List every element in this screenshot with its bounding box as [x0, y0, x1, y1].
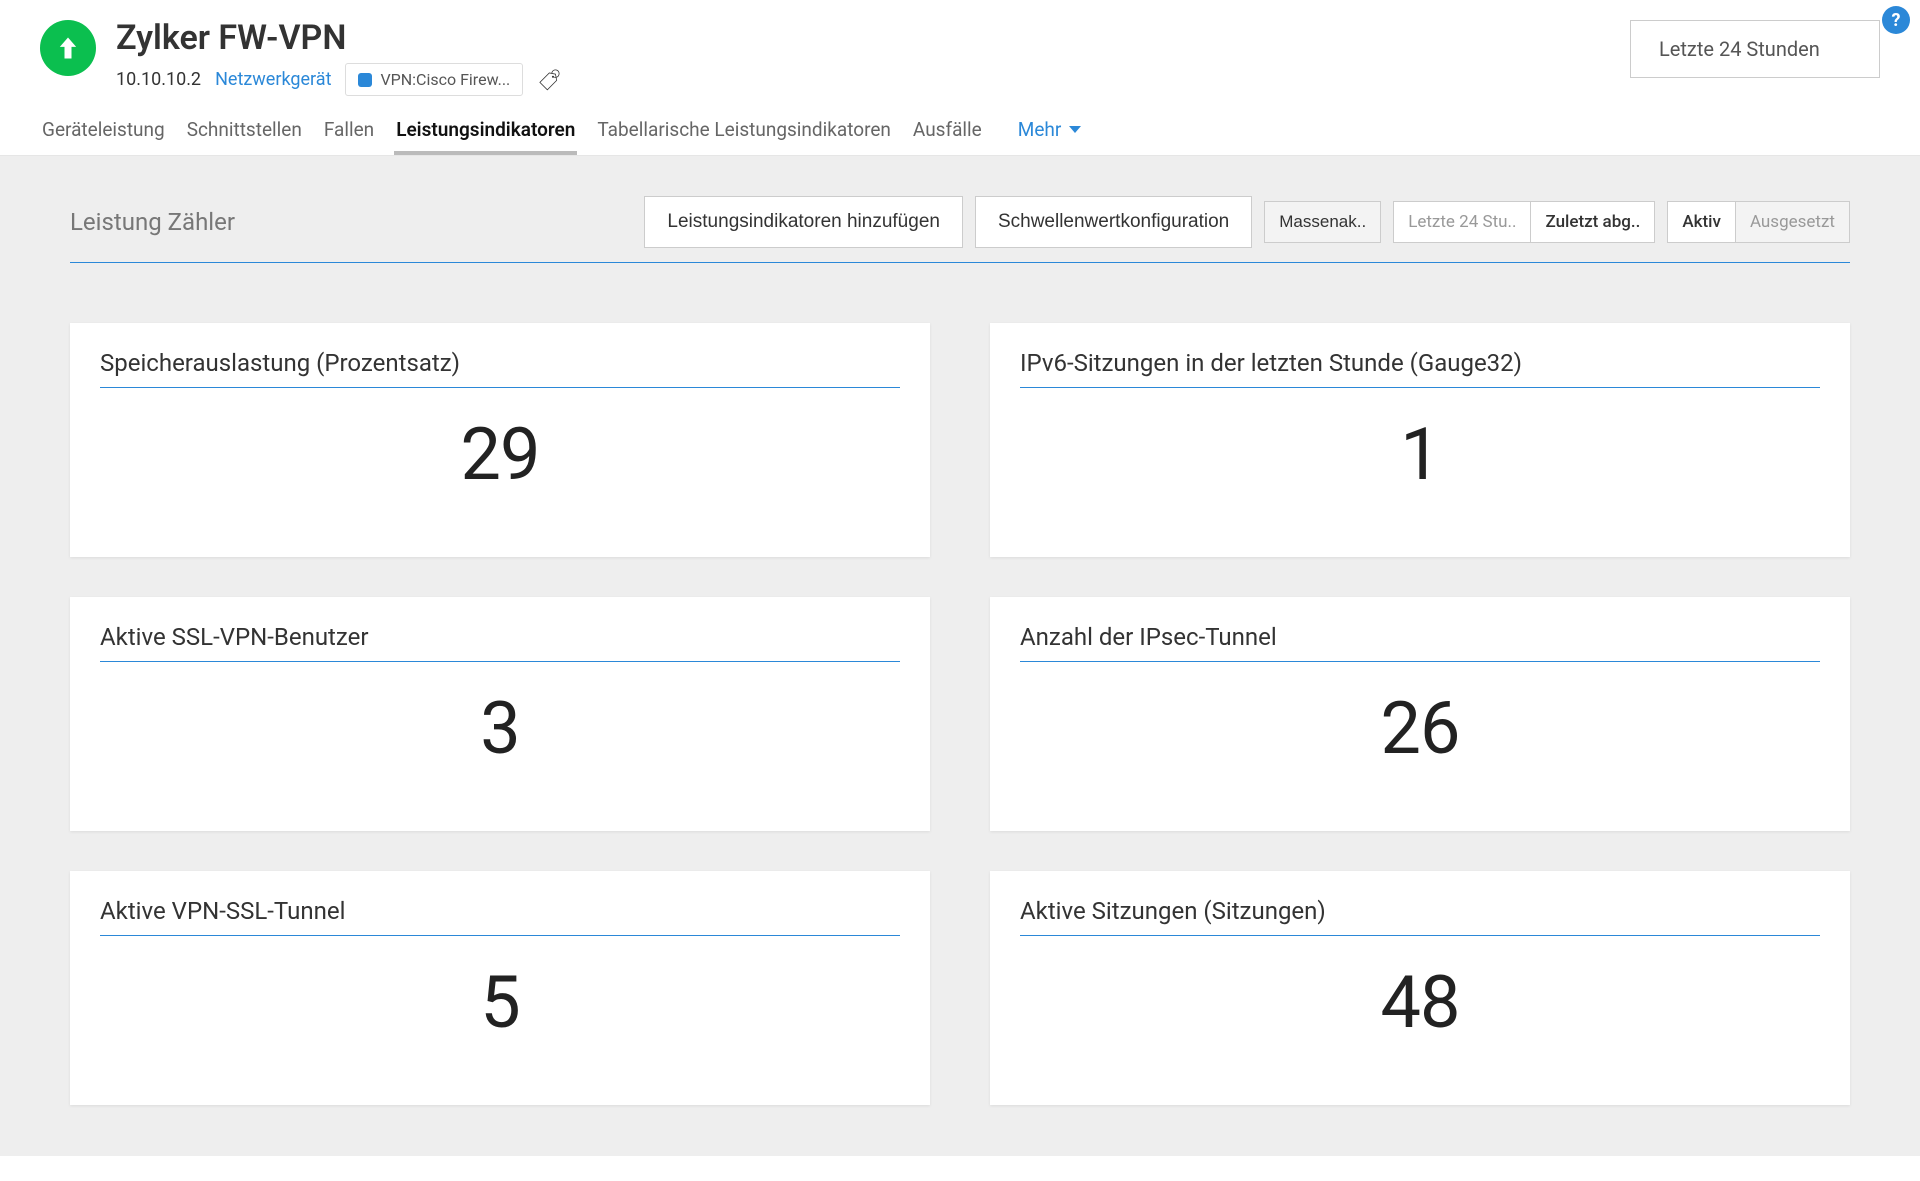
metric-card: Aktive Sitzungen (Sitzungen) 48: [990, 871, 1850, 1105]
page-header: Zylker FW-VPN 10.10.10.2 Netzwerkgerät V…: [0, 0, 1920, 96]
metric-title: Aktive VPN-SSL-Tunnel: [100, 897, 900, 936]
metric-value: 29: [100, 412, 900, 497]
help-icon[interactable]: ?: [1882, 6, 1910, 34]
time-segment-group: Letzte 24 Stu.. Zuletzt abg..: [1393, 201, 1655, 243]
mass-action-button[interactable]: Massenak..: [1264, 201, 1381, 243]
metric-card: IPv6-Sitzungen in der letzten Stunde (Ga…: [990, 323, 1850, 557]
tab-more[interactable]: Mehr: [1016, 118, 1084, 155]
toolbar: Leistung Zähler Leistungsindikatoren hin…: [70, 196, 1850, 248]
metric-title: Speicherauslastung (Prozentsatz): [100, 349, 900, 388]
tag-label: VPN:Cisco Firew...: [380, 70, 510, 89]
tab-more-label: Mehr: [1018, 118, 1062, 141]
status-seg-active[interactable]: Aktiv: [1667, 201, 1736, 243]
toolbar-divider: [70, 262, 1850, 263]
metric-value: 1: [1020, 412, 1820, 497]
metric-title: Aktive SSL-VPN-Benutzer: [100, 623, 900, 662]
tag-color-icon: [358, 73, 372, 87]
time-seg-24h[interactable]: Letzte 24 Stu..: [1394, 202, 1530, 242]
device-type-link[interactable]: Netzwerkgerät: [215, 69, 331, 90]
metric-card: Aktive VPN-SSL-Tunnel 5: [70, 871, 930, 1105]
add-indicator-button[interactable]: Leistungsindikatoren hinzufügen: [644, 196, 963, 248]
metrics-grid: Speicherauslastung (Prozentsatz) 29 IPv6…: [70, 323, 1850, 1105]
title-block: Zylker FW-VPN 10.10.10.2 Netzwerkgerät V…: [116, 20, 1630, 96]
metric-value: 5: [100, 960, 900, 1045]
metric-value: 26: [1020, 686, 1820, 771]
status-segment-group: Aktiv Ausgesetzt: [1667, 201, 1850, 243]
metric-card: Anzahl der IPsec-Tunnel 26: [990, 597, 1850, 831]
tab-geraeteleistung[interactable]: Geräteleistung: [40, 118, 167, 155]
tab-leistungsindikatoren[interactable]: Leistungsindikatoren: [394, 118, 577, 155]
status-up-icon: [40, 20, 96, 76]
device-ip: 10.10.10.2: [116, 69, 201, 90]
chevron-down-icon: [1069, 126, 1081, 133]
section-title: Leistung Zähler: [70, 208, 235, 236]
metric-title: IPv6-Sitzungen in der letzten Stunde (Ga…: [1020, 349, 1820, 388]
time-range-picker[interactable]: Letzte 24 Stunden: [1630, 20, 1880, 78]
tab-schnittstellen[interactable]: Schnittstellen: [185, 118, 304, 155]
status-seg-suspended[interactable]: Ausgesetzt: [1735, 202, 1849, 242]
metric-title: Aktive Sitzungen (Sitzungen): [1020, 897, 1820, 936]
tab-bar: Geräteleistung Schnittstellen Fallen Lei…: [0, 96, 1920, 156]
device-tag[interactable]: VPN:Cisco Firew...: [345, 63, 523, 96]
metric-title: Anzahl der IPsec-Tunnel: [1020, 623, 1820, 662]
content-area: Leistung Zähler Leistungsindikatoren hin…: [0, 156, 1920, 1156]
threshold-config-button[interactable]: Schwellenwertkonfiguration: [975, 196, 1252, 248]
tab-tabellarische[interactable]: Tabellarische Leistungsindikatoren: [595, 118, 893, 155]
page-title: Zylker FW-VPN: [116, 20, 1630, 57]
tag-manage-icon[interactable]: 🏷: [538, 67, 562, 92]
metric-value: 48: [1020, 960, 1820, 1045]
time-seg-last[interactable]: Zuletzt abg..: [1530, 202, 1654, 242]
tab-ausfaelle[interactable]: Ausfälle: [911, 118, 984, 155]
tab-fallen[interactable]: Fallen: [322, 118, 376, 155]
metric-card: Aktive SSL-VPN-Benutzer 3: [70, 597, 930, 831]
metric-card: Speicherauslastung (Prozentsatz) 29: [70, 323, 930, 557]
metric-value: 3: [100, 686, 900, 771]
